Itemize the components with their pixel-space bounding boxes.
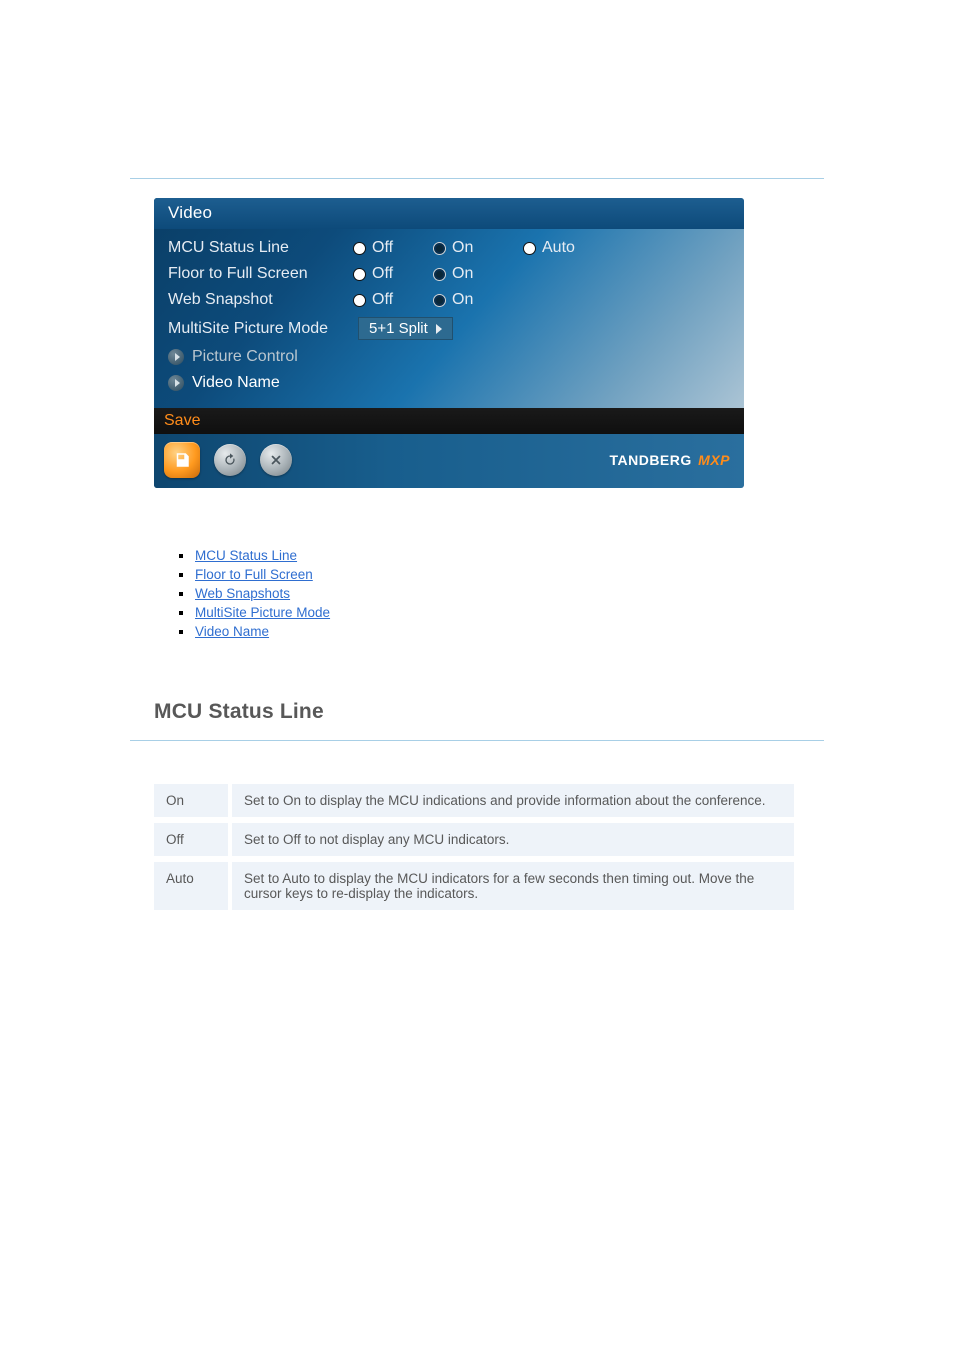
menu-item-label: Video Name xyxy=(192,374,280,392)
brand-label: TANDBERG MXP xyxy=(609,452,730,468)
link-list-item: MCU Status Line xyxy=(175,546,800,565)
link-list-item: Web Snapshots xyxy=(175,584,800,603)
label-web-snapshot: Web Snapshot xyxy=(168,291,353,309)
table-value: Set to Auto to display the MCU indicator… xyxy=(230,862,794,910)
close-icon xyxy=(269,453,283,467)
save-button[interactable] xyxy=(164,442,200,478)
subsection-title: MCU Status Line xyxy=(154,700,324,724)
page: { "screenshot": { "title": "Video", "row… xyxy=(0,0,954,1349)
option-on[interactable]: On xyxy=(433,291,523,309)
link-list: MCU Status Line Floor to Full Screen Web… xyxy=(175,546,800,641)
video-settings-screenshot: Video MCU Status Line Off On Auto Floor … xyxy=(154,198,744,488)
radio-icon xyxy=(353,242,366,255)
link-web-snapshots[interactable]: Web Snapshots xyxy=(195,586,290,601)
option-text: On xyxy=(452,239,473,257)
divider-mid xyxy=(130,740,824,741)
row-multisite-picture-mode: MultiSite Picture Mode 5+1 Split xyxy=(154,313,730,344)
dropdown-value: 5+1 Split xyxy=(369,320,428,337)
footer-buttons xyxy=(164,442,292,478)
close-button[interactable] xyxy=(260,444,292,476)
table-row: On Set to On to display the MCU indicati… xyxy=(154,784,794,817)
table-key: On xyxy=(154,784,230,817)
picture-mode-dropdown[interactable]: 5+1 Split xyxy=(358,317,453,340)
label-multisite-picture-mode: MultiSite Picture Mode xyxy=(168,320,358,338)
table-value: Set to Off to not display any MCU indica… xyxy=(230,823,794,856)
play-icon xyxy=(168,349,184,365)
table-key: Auto xyxy=(154,862,230,910)
option-text: On xyxy=(452,291,473,309)
save-bar: Save xyxy=(154,408,744,434)
option-on[interactable]: On xyxy=(433,239,523,257)
chevron-right-icon xyxy=(436,324,442,334)
panel-footer: TANDBERG MXP xyxy=(154,434,744,488)
divider-top xyxy=(130,178,824,179)
link-list-item: Floor to Full Screen xyxy=(175,565,800,584)
link-multisite-picture-mode[interactable]: MultiSite Picture Mode xyxy=(195,605,330,620)
refresh-icon xyxy=(222,452,238,468)
link-list-item: Video Name xyxy=(175,622,800,641)
row-picture-control[interactable]: Picture Control xyxy=(154,344,730,370)
panel-body: MCU Status Line Off On Auto Floor to Ful… xyxy=(154,229,744,408)
label-floor-to-fullscreen: Floor to Full Screen xyxy=(168,265,353,283)
table-key: Off xyxy=(154,823,230,856)
table-value: Set to On to display the MCU indications… xyxy=(230,784,794,817)
option-text: Off xyxy=(372,291,393,309)
table-row: Auto Set to Auto to display the MCU indi… xyxy=(154,862,794,910)
panel-title: Video xyxy=(154,198,744,229)
option-auto[interactable]: Auto xyxy=(523,239,643,257)
play-icon xyxy=(168,375,184,391)
link-floor-to-full-screen[interactable]: Floor to Full Screen xyxy=(195,567,313,582)
radio-icon xyxy=(433,294,446,307)
floppy-disk-icon xyxy=(173,451,191,469)
radio-icon xyxy=(523,242,536,255)
refresh-button[interactable] xyxy=(214,444,246,476)
radio-icon xyxy=(353,268,366,281)
brand-name: TANDBERG xyxy=(609,452,691,468)
option-off[interactable]: Off xyxy=(353,291,433,309)
table-row: Off Set to Off to not display any MCU in… xyxy=(154,823,794,856)
menu-item-label: Picture Control xyxy=(192,348,298,366)
option-text: Off xyxy=(372,265,393,283)
option-text: On xyxy=(452,265,473,283)
radio-icon xyxy=(433,242,446,255)
brand-suffix: MXP xyxy=(698,452,730,468)
row-video-name[interactable]: Video Name xyxy=(154,370,730,396)
option-on[interactable]: On xyxy=(433,265,523,283)
mcu-status-table: On Set to On to display the MCU indicati… xyxy=(154,784,794,910)
link-list-item: MultiSite Picture Mode xyxy=(175,603,800,622)
option-text: Auto xyxy=(542,239,575,257)
link-video-name[interactable]: Video Name xyxy=(195,624,269,639)
link-mcu-status-line[interactable]: MCU Status Line xyxy=(195,548,297,563)
label-mcu-status-line: MCU Status Line xyxy=(168,239,353,257)
radio-icon xyxy=(353,294,366,307)
option-off[interactable]: Off xyxy=(353,239,433,257)
row-floor-to-fullscreen: Floor to Full Screen Off On xyxy=(154,261,730,287)
option-off[interactable]: Off xyxy=(353,265,433,283)
row-mcu-status-line: MCU Status Line Off On Auto xyxy=(154,235,730,261)
option-text: Off xyxy=(372,239,393,257)
radio-icon xyxy=(433,268,446,281)
row-web-snapshot: Web Snapshot Off On xyxy=(154,287,730,313)
